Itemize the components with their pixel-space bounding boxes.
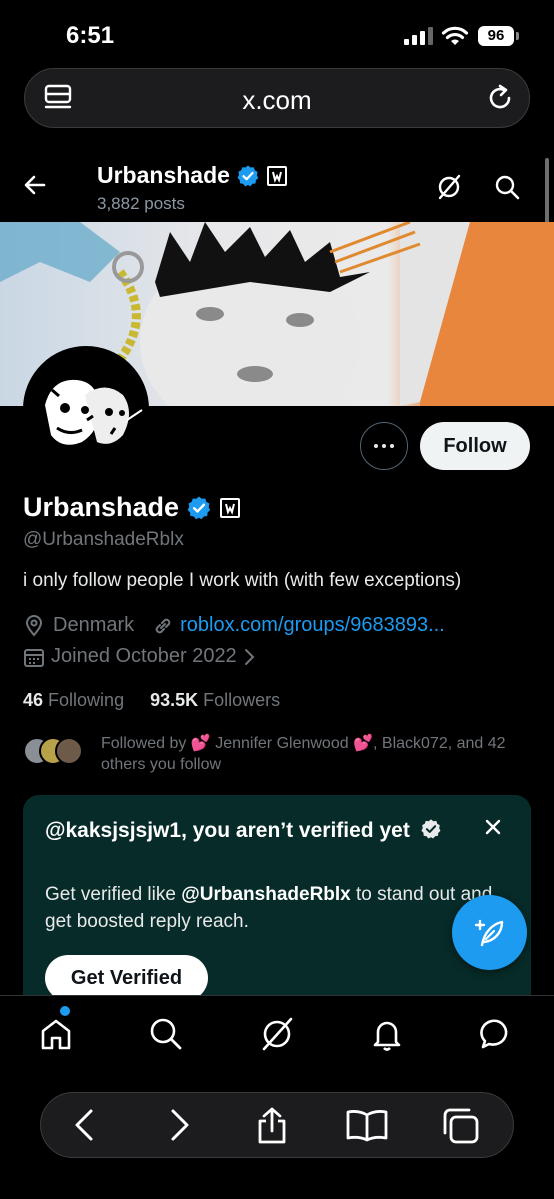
back-arrow-icon[interactable]	[22, 172, 48, 198]
profile-meta-row: Denmark roblox.com/groups/9683893...	[23, 614, 445, 637]
followed-by-row[interactable]: Followed by 💕 Jennifer Glenwood 💕, Black…	[23, 733, 533, 777]
compose-post-button[interactable]	[452, 895, 527, 970]
messages-icon[interactable]	[479, 1016, 515, 1052]
status-bar: 6:51 96	[0, 0, 554, 66]
following-stat[interactable]: 46 Following	[23, 690, 124, 711]
profile-header: Urbanshade 3,882 posts	[0, 150, 554, 222]
followed-by-name: Jennifer Glenwood	[215, 735, 349, 752]
chevron-right-icon	[244, 648, 255, 665]
back-icon[interactable]	[71, 1107, 97, 1143]
status-time: 6:51	[66, 22, 115, 49]
follow-button[interactable]: Follow	[420, 422, 530, 470]
heart-emoji-icon: 💕	[190, 735, 211, 752]
forward-icon[interactable]	[167, 1107, 193, 1143]
location-pin-icon	[25, 614, 43, 637]
verify-desc-prefix: Get verified like	[45, 884, 176, 905]
verified-badge-icon	[187, 496, 211, 519]
address-bar[interactable]: x.com	[24, 68, 530, 128]
profile-location: Denmark	[53, 614, 135, 636]
verify-card-description: Get verified like @UrbanshadeRblx to sta…	[45, 881, 515, 935]
grok-icon[interactable]	[436, 174, 462, 200]
header-name: Urbanshade	[97, 162, 230, 188]
notifications-icon[interactable]	[369, 1016, 405, 1052]
followers-stat[interactable]: 93.5K Followers	[150, 690, 280, 711]
followed-by-prefix: Followed by	[101, 735, 187, 752]
cellular-signal-icon	[404, 27, 433, 45]
share-icon[interactable]	[255, 1107, 289, 1145]
following-count: 46	[23, 690, 44, 710]
home-notification-dot	[60, 1006, 70, 1016]
link-icon	[155, 618, 171, 633]
wifi-icon	[441, 26, 469, 45]
home-icon[interactable]	[38, 1016, 74, 1052]
verify-card-title: @kaksjsjsjw1, you aren’t verified yet	[45, 817, 465, 844]
profile-name-row: Urbanshade	[23, 492, 241, 523]
close-icon[interactable]	[481, 815, 505, 839]
search-icon[interactable]	[494, 174, 520, 200]
url-domain[interactable]: x.com	[25, 85, 529, 116]
search-icon[interactable]	[148, 1016, 184, 1052]
profile-joined-row[interactable]: Joined October 2022	[23, 645, 257, 668]
post-count: 3,882 posts	[97, 194, 185, 213]
followers-label: Followers	[203, 690, 281, 710]
avatar-image	[27, 350, 145, 468]
more-options-button[interactable]	[360, 422, 408, 470]
browser-toolbar	[40, 1092, 514, 1158]
profile-handle: @UrbanshadeRblx	[23, 529, 184, 550]
affiliate-badge-icon[interactable]	[219, 497, 241, 519]
follow-stats: 46 Following 93.5K Followers	[23, 690, 280, 711]
verified-check-icon	[421, 819, 441, 839]
reload-icon[interactable]	[485, 83, 515, 113]
header-title: Urbanshade	[97, 162, 288, 189]
tabs-icon[interactable]	[441, 1107, 481, 1145]
following-label: Following	[48, 690, 125, 710]
followed-by-text: Followed by 💕 Jennifer Glenwood 💕, Black…	[101, 733, 531, 775]
compose-feather-icon	[474, 919, 503, 946]
profile-name: Urbanshade	[23, 492, 180, 522]
verified-badge-icon	[237, 165, 259, 186]
bookmarks-icon[interactable]	[345, 1107, 389, 1143]
profile-website-link[interactable]: roblox.com/groups/9683893...	[180, 614, 445, 637]
affiliate-badge-icon	[266, 165, 287, 186]
battery-indicator: 96	[478, 26, 519, 46]
bottom-tab-bar	[0, 995, 554, 1069]
calendar-icon	[24, 648, 44, 667]
grok-icon[interactable]	[259, 1016, 295, 1052]
heart-emoji-icon: 💕	[353, 735, 373, 752]
profile-joined: Joined October 2022	[51, 645, 237, 667]
follower-avatar	[55, 737, 83, 765]
verify-desc-handle: @UrbanshadeRblx	[181, 884, 351, 905]
profile-bio: i only follow people I work with (with f…	[23, 570, 462, 591]
profile-avatar[interactable]	[23, 346, 149, 472]
verify-card-title-text: @kaksjsjsjw1, you aren’t verified yet	[45, 819, 410, 842]
followed-by-avatars	[23, 737, 85, 767]
followers-count: 93.5K	[150, 690, 199, 710]
